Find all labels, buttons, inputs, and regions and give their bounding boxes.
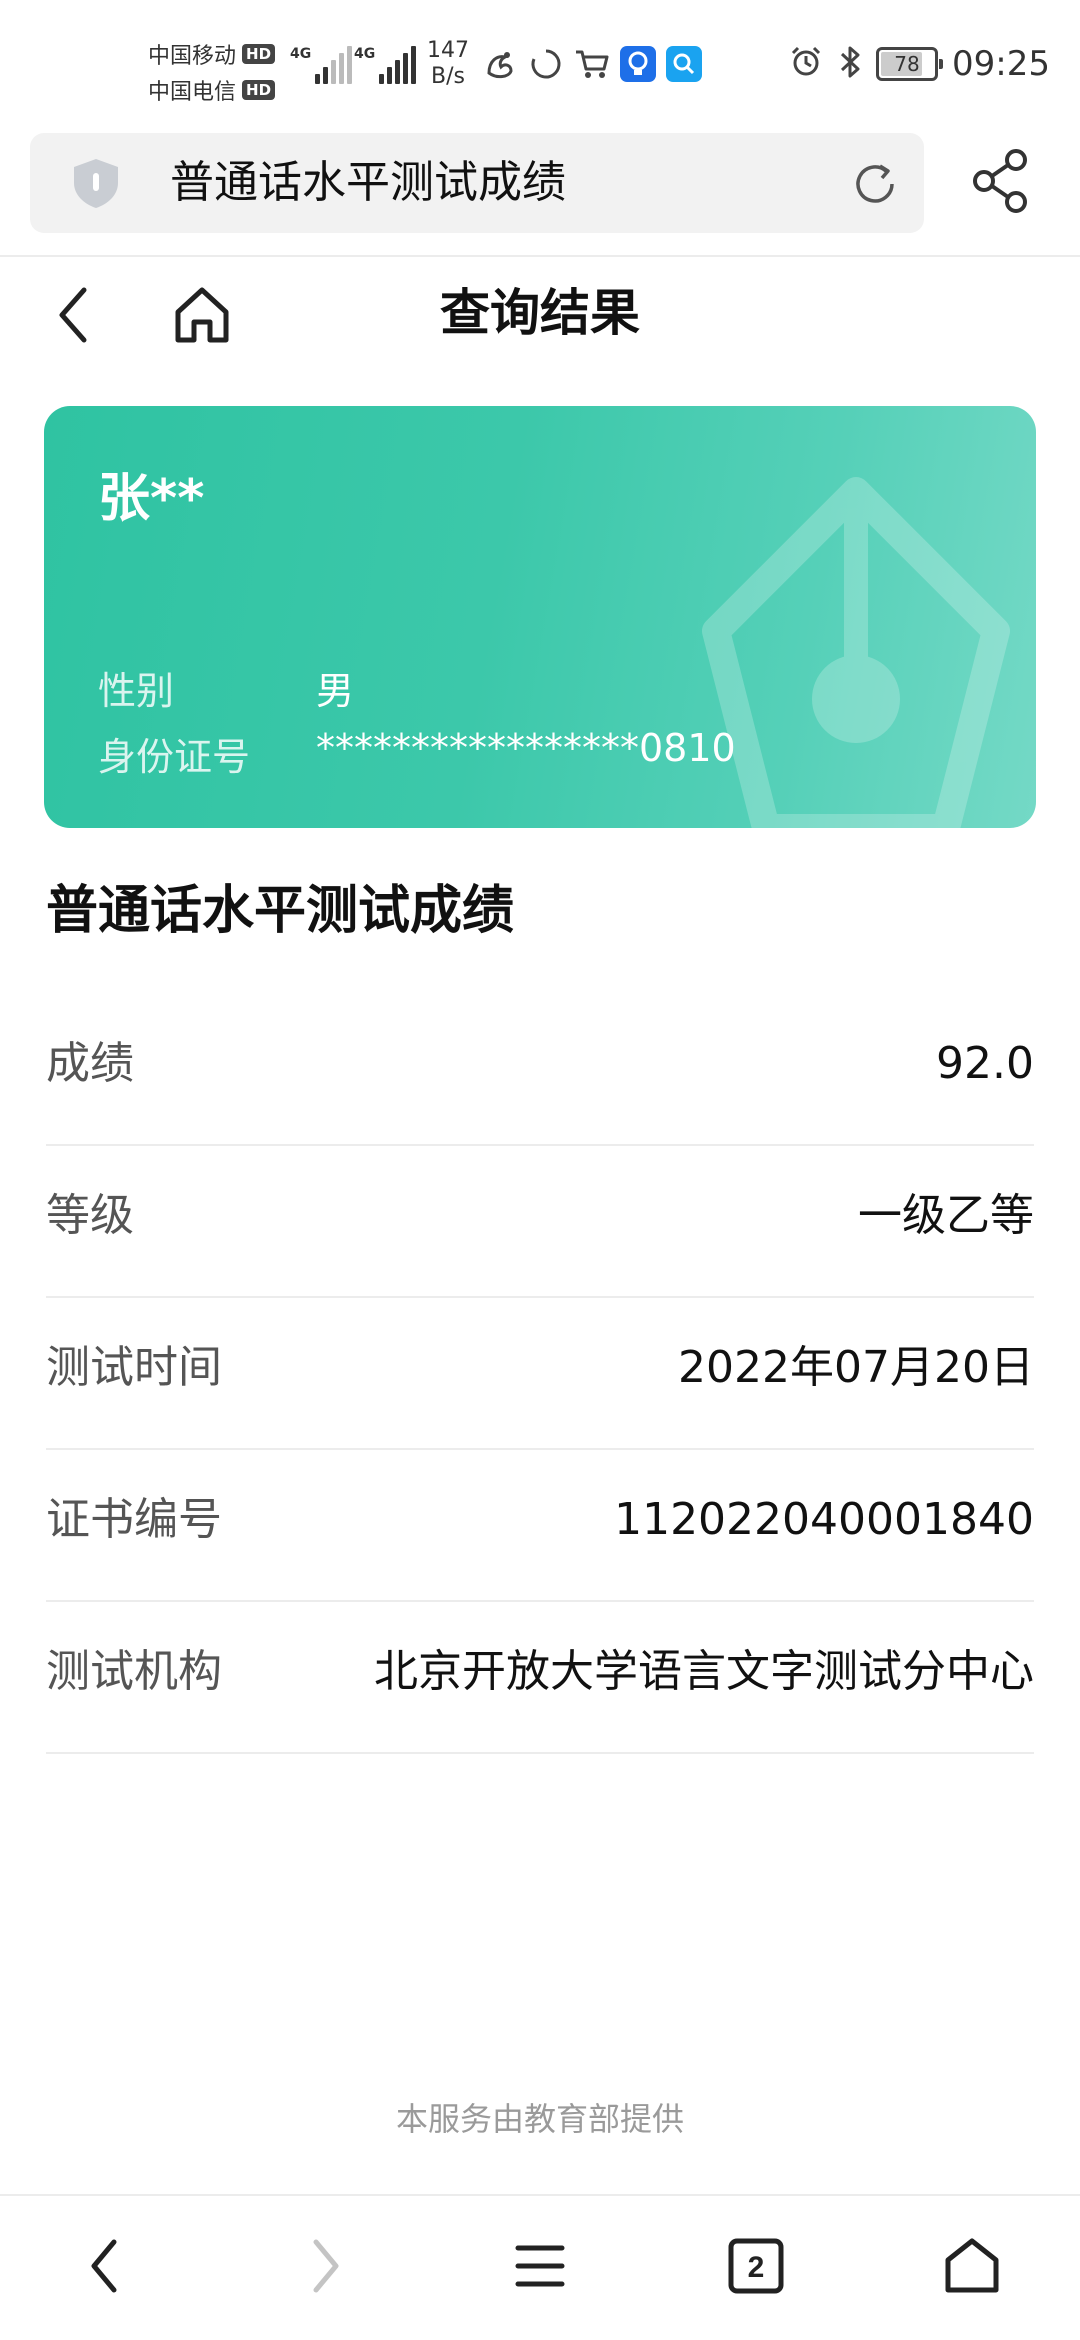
result-row-certificate-number: 证书编号 112022040001840	[46, 1450, 1034, 1602]
row-label: 测试时间	[46, 1342, 222, 1393]
signal-1-icon: 4G	[290, 40, 353, 84]
row-value: 北京开放大学语言文字测试分中心	[374, 1646, 1034, 1697]
cart-icon	[574, 46, 610, 82]
row-value: 2022年07月20日	[678, 1342, 1034, 1393]
tabs-button[interactable]: 2	[716, 2226, 796, 2306]
pen-nib-watermark-icon	[702, 477, 1010, 828]
signal-2-icon: 4G	[354, 40, 417, 84]
tabs-icon: 2	[728, 2238, 784, 2294]
chevron-left-icon	[91, 2239, 117, 2293]
loading-ring-icon	[528, 46, 564, 82]
row-value: 92.0	[936, 1038, 1034, 1089]
user-info-card: 张** 性别 男 身份证号 *****************0810	[44, 406, 1036, 828]
uc-browser-icon	[482, 46, 518, 82]
result-row-level: 等级 一级乙等	[46, 1146, 1034, 1298]
browser-back-button[interactable]	[64, 2226, 144, 2306]
chevron-right-icon	[313, 2239, 339, 2293]
user-name: 张**	[98, 469, 205, 529]
carrier-1-name: 中国移动	[148, 44, 237, 69]
bluetooth-icon	[838, 44, 862, 84]
result-row-score: 成绩 92.0	[46, 994, 1034, 1146]
divider	[0, 255, 1080, 257]
page-title: 查询结果	[440, 284, 640, 342]
clock: 09:25	[952, 44, 1050, 84]
hd-badge: HD	[242, 44, 276, 64]
carrier-1: 中国移动 HD	[148, 36, 283, 72]
page-url-title[interactable]: 普通话水平测试成绩	[170, 133, 566, 233]
share-icon[interactable]	[970, 146, 1032, 216]
carrier-2: 中国电信 HD	[148, 72, 283, 108]
row-label: 证书编号	[46, 1494, 222, 1545]
row-value: 112022040001840	[614, 1494, 1034, 1545]
carrier-info: 中国移动 HD 中国电信 HD	[148, 36, 283, 108]
speed-unit: B/s	[431, 64, 465, 89]
notification-icons	[482, 46, 702, 82]
lightbulb-app-icon	[620, 46, 656, 82]
network-speed: 147 B/s	[427, 38, 469, 90]
browser-forward-button[interactable]	[286, 2226, 366, 2306]
gender-value: 男	[316, 669, 355, 713]
network-type-1: 4G	[290, 46, 312, 62]
row-value: 一级乙等	[858, 1190, 1034, 1241]
address-bar[interactable]: 普通话水平测试成绩	[30, 133, 924, 233]
result-row-test-date: 测试时间 2022年07月20日	[46, 1298, 1034, 1450]
status-bar: 中国移动 HD 中国电信 HD 4G 4G 147 B/s 78 09:25	[0, 0, 1080, 130]
home-icon	[945, 2238, 999, 2293]
battery-icon: 78	[876, 47, 944, 81]
alarm-icon	[788, 44, 824, 84]
footer-note: 本服务由教育部提供	[395, 2100, 684, 2138]
home-button[interactable]	[172, 282, 232, 346]
row-label: 等级	[46, 1190, 134, 1241]
section-title: 普通话水平测试成绩	[46, 881, 515, 941]
refresh-icon[interactable]	[848, 157, 902, 211]
speed-value: 147	[427, 38, 469, 63]
back-button[interactable]	[50, 280, 100, 350]
row-label: 成绩	[46, 1038, 134, 1089]
tab-count: 2	[748, 2251, 765, 2284]
gender-label: 性别	[98, 669, 175, 713]
row-label: 测试机构	[46, 1646, 222, 1697]
browser-toolbar: 2	[0, 2194, 1080, 2340]
hd-badge: HD	[242, 80, 276, 100]
home-icon	[175, 287, 229, 343]
browser-home-button[interactable]	[932, 2226, 1012, 2306]
menu-button[interactable]	[500, 2226, 580, 2306]
id-number-label: 身份证号	[98, 735, 251, 779]
menu-icon	[515, 2245, 565, 2287]
result-row-test-institution: 测试机构 北京开放大学语言文字测试分中心	[46, 1602, 1034, 1754]
battery-level: 78	[894, 52, 920, 76]
chevron-left-icon	[59, 287, 87, 343]
carrier-2-name: 中国电信	[148, 80, 237, 105]
search-app-icon	[666, 46, 702, 82]
id-number-value: *****************0810	[316, 726, 736, 770]
system-status: 78 09:25	[788, 42, 1050, 86]
network-type-2: 4G	[354, 46, 376, 62]
shield-icon[interactable]	[68, 155, 124, 211]
